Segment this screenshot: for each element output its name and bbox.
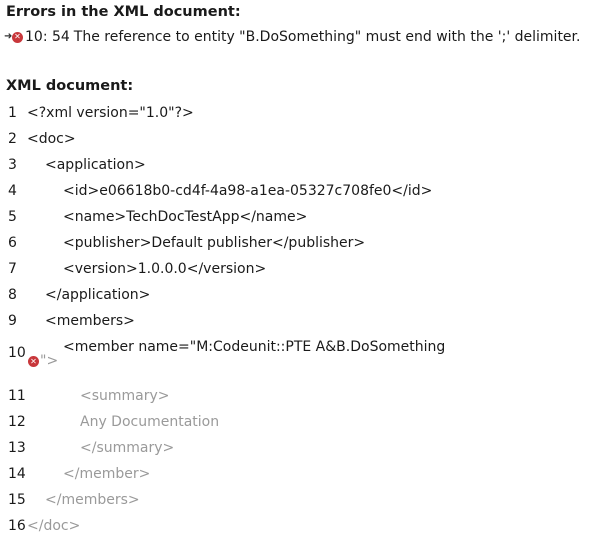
errors-heading: Errors in the XML document: [6,4,241,20]
code-line: 13 </summary> [0,435,600,461]
line-number: 12 [8,414,26,430]
line-text: </member> [63,466,151,482]
code-line: 5 <name>TechDocTestApp</name> [0,204,600,230]
line-number: 10 [8,345,26,361]
code-line: 8 </application> [0,282,600,308]
line-number: 14 [8,466,26,482]
code-line: 14 </member> [0,461,600,487]
line-number: 2 [8,131,17,147]
code-line: 15 </members> [0,487,600,513]
error-circle-icon: ✕ [12,31,23,43]
code-line: 16 </doc> [0,513,600,539]
line-text-tail: "> [40,353,59,369]
code-line: 12 Any Documentation [0,409,600,435]
line-text: <publisher>Default publisher</publisher> [63,235,366,251]
code-line: 6 <publisher>Default publisher</publishe… [0,230,600,256]
line-number: 13 [8,440,26,456]
line-number: 6 [8,235,17,251]
code-line: 7 <version>1.0.0.0</version> [0,256,600,282]
line-number: 1 [8,105,17,121]
line-text: <doc> [27,131,76,147]
line-text: <name>TechDocTestApp</name> [63,209,308,225]
line-text: <summary> [80,388,170,404]
line-text: Any Documentation [80,414,220,430]
error-circle-icon: ✕ [28,356,39,367]
line-number: 4 [8,183,17,199]
line-text: </summary> [80,440,175,456]
line-text: <id>e06618b0-cd4f-4a98-a1ea-05327c708fe0… [63,183,433,199]
error-position: 10: 54 [25,29,70,45]
code-line: 1 <?xml version="1.0"?> [0,100,600,126]
line-number: 5 [8,209,17,225]
code-line-error: 10 <member name="M:Codeunit::PTE A&B.DoS… [0,334,600,374]
xml-heading: XML document: [6,78,134,94]
error-item[interactable]: ➜ ✕ 10: 54 The reference to entity "B.Do… [4,29,580,45]
code-line: 11 <summary> [0,383,600,409]
line-text: <members> [45,313,135,329]
line-number: 15 [8,492,26,508]
line-text: <member name="M:Codeunit::PTE A&B.DoSome… [63,339,446,355]
line-text: </application> [45,287,151,303]
code-line: 2 <doc> [0,126,600,152]
error-message: The reference to entity "B.DoSomething" … [73,29,581,45]
line-number: 3 [8,157,17,173]
line-number: 8 [8,287,17,303]
line-number: 9 [8,313,17,329]
line-number: 7 [8,261,17,277]
arrow-right-icon: ➜ [4,31,13,42]
line-text: <application> [45,157,146,173]
code-line: 4 <id>e06618b0-cd4f-4a98-a1ea-05327c708f… [0,178,600,204]
line-text: <version>1.0.0.0</version> [63,261,267,277]
code-line: 9 <members> [0,308,600,334]
line-text: </doc> [27,518,81,534]
line-number: 16 [8,518,26,534]
code-line: 3 <application> [0,152,600,178]
line-text: <?xml version="1.0"?> [27,105,194,121]
line-text: </members> [45,492,140,508]
line-number: 11 [8,388,26,404]
